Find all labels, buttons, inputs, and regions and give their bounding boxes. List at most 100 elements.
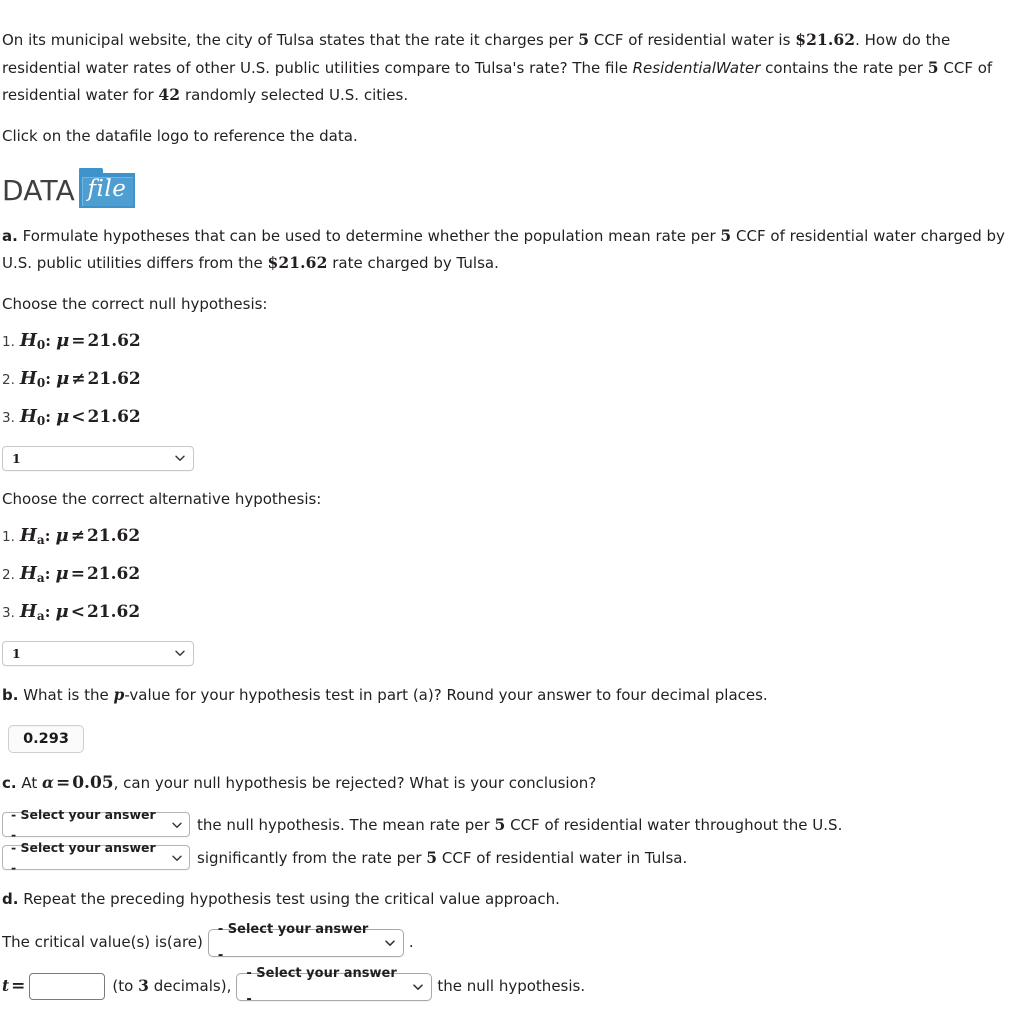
- null-option-2-symbol: H: [19, 367, 37, 389]
- intro-number-1: 5: [578, 30, 590, 49]
- critical-value-period: .: [408, 933, 414, 952]
- null-hypothesis-prompt: Choose the correct null hypothesis:: [2, 295, 268, 314]
- alternative-hypothesis-select[interactable]: 1: [2, 640, 194, 666]
- part-c-conclusion-row-2: - Select your answer - significantly fro…: [2, 840, 1006, 875]
- alt-option-3-colon: :: [44, 601, 51, 621]
- part-a-marker: a.: [2, 226, 18, 245]
- intro-number-3: 42: [158, 85, 181, 105]
- null-option-1-mu: μ: [56, 329, 70, 351]
- part-a-text-3: rate charged by Tulsa.: [327, 254, 499, 273]
- intro-number-2: 5: [927, 57, 939, 77]
- reject-text: the null hypothesis.: [437, 977, 586, 996]
- datafile-logo[interactable]: DATA file: [2, 164, 135, 208]
- chevron-down-icon: [171, 852, 183, 864]
- chevron-down-icon: [384, 937, 396, 949]
- critical-value-select[interactable]: - Select your answer -: [207, 922, 404, 963]
- alt-option-2-symbol: H: [19, 562, 37, 584]
- part-b-p-symbol: p: [113, 684, 125, 704]
- alt-option-2-value: 21.62: [86, 563, 141, 584]
- alt-option-1-number: 1.: [2, 528, 15, 545]
- null-option-3-colon: :: [45, 406, 52, 426]
- part-d-text-1: Repeat the preceding hypothesis test usi…: [18, 890, 560, 909]
- alternative-hypothesis-select-value: 1: [12, 645, 21, 661]
- part-d-question: d. Repeat the preceding hypothesis test …: [2, 886, 1006, 913]
- critical-value-label: The critical value(s) is(are): [2, 933, 203, 952]
- intro-rate: $21.62: [795, 30, 856, 49]
- null-option-1-subscript: 0: [36, 337, 46, 352]
- null-option-2-mu: μ: [56, 367, 70, 389]
- t-equals: =: [11, 976, 26, 997]
- datafile-logo-label: DATA: [2, 173, 75, 207]
- null-option-3-number: 3.: [2, 409, 15, 426]
- alt-option-2-mu: μ: [55, 562, 69, 584]
- alt-option-1-mu: μ: [55, 524, 69, 546]
- alt-option-3: 3. Ha: μ <21.62: [2, 600, 1006, 623]
- alt-option-3-mu: μ: [55, 600, 69, 622]
- null-option-3: 3. H0: μ <21.62: [2, 405, 1006, 428]
- null-option-2-number: 2.: [2, 371, 15, 388]
- alt-option-2-operator: =: [70, 563, 85, 584]
- chevron-down-icon: [174, 452, 186, 464]
- p-value-input[interactable]: 0.293: [8, 725, 84, 754]
- part-b-question: b. What is the p-value for your hypothes…: [2, 681, 1006, 709]
- null-hypothesis-select-value: 1: [12, 450, 21, 466]
- part-d-marker: d.: [2, 890, 19, 909]
- conclusion-select-1[interactable]: - Select your answer -: [2, 807, 190, 842]
- null-option-1-value: 21.62: [87, 330, 141, 351]
- part-c-line-2-text: significantly from the rate per 5 CCF of…: [197, 846, 687, 871]
- null-hypothesis-select[interactable]: 1: [2, 445, 194, 471]
- intro-text-6: randomly selected U.S. cities.: [180, 86, 409, 105]
- null-option-1-operator: =: [71, 330, 86, 351]
- reject-select-value: - Select your answer -: [246, 965, 397, 1007]
- conclusion-select-2[interactable]: - Select your answer -: [2, 840, 190, 875]
- critical-value-row: The critical value(s) is(are) - Select yo…: [2, 922, 1006, 963]
- alt-option-1: 1. Ha: μ ≠ 21.62: [2, 524, 1006, 547]
- folder-icon: file: [78, 167, 135, 208]
- alt-option-2-colon: :: [44, 563, 51, 583]
- t-decimals-number: 3: [138, 976, 149, 996]
- null-option-3-mu: μ: [56, 405, 70, 427]
- datafile-name: ResidentialWater: [632, 58, 761, 77]
- part-c-line-1a: the null hypothesis. The mean rate per: [197, 815, 495, 834]
- null-option-1-number: 1.: [2, 333, 15, 350]
- chevron-down-icon: [171, 819, 183, 831]
- intro-text-4: contains the rate per: [760, 58, 928, 77]
- part-c-line-2b: CCF of residential water in Tulsa.: [437, 848, 688, 867]
- alt-option-1-subscript: a: [36, 532, 45, 547]
- part-b-text-1: What is the: [18, 685, 114, 704]
- problem-intro: On its municipal website, the city of Tu…: [2, 26, 1006, 109]
- part-c-marker: c.: [2, 774, 17, 793]
- null-option-3-value: 21.62: [87, 406, 141, 427]
- worksheet-page: On its municipal website, the city of Tu…: [0, 0, 1014, 1007]
- part-c-text-2: , can your null hypothesis be rejected? …: [113, 774, 597, 793]
- alt-option-3-value: 21.62: [86, 601, 141, 622]
- part-c-line-2a: significantly from the rate per: [197, 848, 427, 867]
- part-c-conclusion-row-1: - Select your answer - the null hypothes…: [2, 807, 1006, 842]
- null-option-1-colon: :: [45, 330, 52, 350]
- part-b-text-2: -value for your hypothesis test in part …: [124, 685, 768, 704]
- null-option-2-operator: ≠: [71, 368, 86, 389]
- alt-option-3-operator: <: [70, 601, 85, 622]
- reject-select[interactable]: - Select your answer -: [236, 966, 433, 1007]
- intro-text-1: On its municipal website, the city of Tu…: [2, 31, 579, 49]
- null-option-3-subscript: 0: [36, 413, 46, 428]
- null-option-2: 2. H0: μ ≠ 21.62: [2, 367, 1006, 389]
- alt-option-3-subscript: a: [36, 608, 45, 623]
- alternative-hypothesis-prompt: Choose the correct alternative hypothesi…: [2, 489, 322, 508]
- alt-option-1-operator: ≠: [70, 525, 85, 546]
- null-option-2-value: 21.62: [87, 368, 141, 389]
- intro-text-2: CCF of residential water is: [589, 31, 796, 49]
- part-c-text-1: At: [16, 774, 43, 793]
- null-option-1-symbol: H: [19, 329, 37, 351]
- alt-option-1-colon: :: [44, 525, 51, 545]
- alt-option-2-subscript: a: [36, 570, 45, 585]
- part-b-marker: b.: [2, 685, 19, 704]
- part-c-equals: =: [55, 773, 71, 794]
- part-c-line-1-number: 5: [494, 814, 506, 834]
- datafile-instruction: Click on the datafile logo to reference …: [2, 127, 358, 146]
- folder-label: file: [87, 175, 127, 202]
- chevron-down-icon: [174, 647, 186, 659]
- t-decimals-text-1: (to: [112, 977, 139, 996]
- part-c-line-1-text: the null hypothesis. The mean rate per 5…: [197, 813, 842, 838]
- t-value-input[interactable]: [29, 973, 106, 1001]
